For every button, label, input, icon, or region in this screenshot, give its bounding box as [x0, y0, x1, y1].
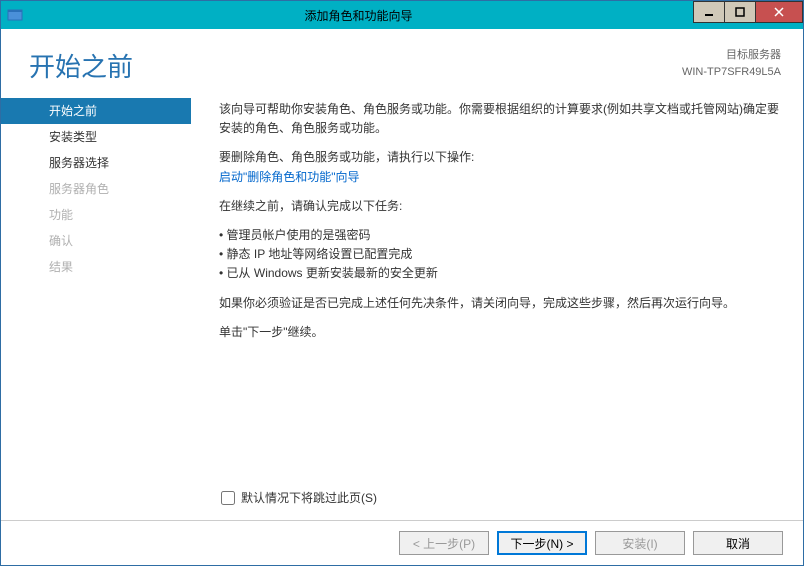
cancel-button[interactable]: 取消 [693, 531, 783, 555]
target-label: 目标服务器 [682, 47, 781, 64]
wizard-body: 开始之前 安装类型 服务器选择 服务器角色 功能 确认 结果 该向导可帮助你安装… [1, 94, 803, 481]
previous-button: < 上一步(P) [399, 531, 489, 555]
nav-installation-type[interactable]: 安装类型 [1, 124, 191, 150]
page-header: 开始之前 目标服务器 WIN-TP7SFR49L5A [1, 29, 803, 94]
target-info: 目标服务器 WIN-TP7SFR49L5A [682, 47, 781, 80]
content-pane: 该向导可帮助你安装角色、角色服务或功能。你需要根据组织的计算要求(例如共享文档或… [191, 94, 803, 481]
task-item: 静态 IP 地址等网络设置已配置完成 [219, 245, 779, 264]
wizard-window: 添加角色和功能向导 开始之前 目标服务器 WIN-TP7SFR49L5A 开始之… [0, 0, 804, 566]
skip-page-label: 默认情况下将跳过此页(S) [241, 489, 377, 506]
nav-confirmation: 确认 [1, 228, 191, 254]
nav-server-roles: 服务器角色 [1, 176, 191, 202]
pre-tasks-label: 在继续之前，请确认完成以下任务: [219, 197, 779, 216]
verify-note: 如果你必须验证是否已完成上述任何先决条件，请关闭向导，完成这些步骤，然后再次运行… [219, 294, 779, 313]
task-list: 管理员帐户使用的是强密码 静态 IP 地址等网络设置已配置完成 已从 Windo… [219, 226, 779, 284]
nav-features: 功能 [1, 202, 191, 228]
remove-label: 要删除角色、角色服务或功能，请执行以下操作: [219, 150, 474, 164]
continue-note: 单击"下一步"继续。 [219, 323, 779, 342]
window-app-icon [7, 7, 23, 23]
remove-roles-link[interactable]: 启动"删除角色和功能"向导 [219, 170, 360, 184]
nav-before-begin[interactable]: 开始之前 [1, 98, 191, 124]
wizard-nav: 开始之前 安装类型 服务器选择 服务器角色 功能 确认 结果 [1, 94, 191, 481]
nav-server-selection[interactable]: 服务器选择 [1, 150, 191, 176]
window-title: 添加角色和功能向导 [23, 7, 694, 24]
target-value: WIN-TP7SFR49L5A [682, 64, 781, 81]
install-button: 安装(I) [595, 531, 685, 555]
intro-text: 该向导可帮助你安装角色、角色服务或功能。你需要根据组织的计算要求(例如共享文档或… [219, 100, 779, 138]
nav-results: 结果 [1, 254, 191, 280]
close-button[interactable] [755, 1, 803, 23]
titlebar: 添加角色和功能向导 [1, 1, 803, 29]
wizard-footer: < 上一步(P) 下一步(N) > 安装(I) 取消 [1, 520, 803, 565]
window-controls [694, 1, 803, 23]
task-item: 已从 Windows 更新安装最新的安全更新 [219, 264, 779, 283]
task-item: 管理员帐户使用的是强密码 [219, 226, 779, 245]
maximize-button[interactable] [724, 1, 756, 23]
page-title: 开始之前 [29, 47, 133, 84]
skip-page-checkbox[interactable] [221, 491, 235, 505]
skip-page-row: 默认情况下将跳过此页(S) [1, 481, 803, 520]
next-button[interactable]: 下一步(N) > [497, 531, 587, 555]
remove-section: 要删除角色、角色服务或功能，请执行以下操作: 启动"删除角色和功能"向导 [219, 148, 779, 186]
minimize-button[interactable] [693, 1, 725, 23]
